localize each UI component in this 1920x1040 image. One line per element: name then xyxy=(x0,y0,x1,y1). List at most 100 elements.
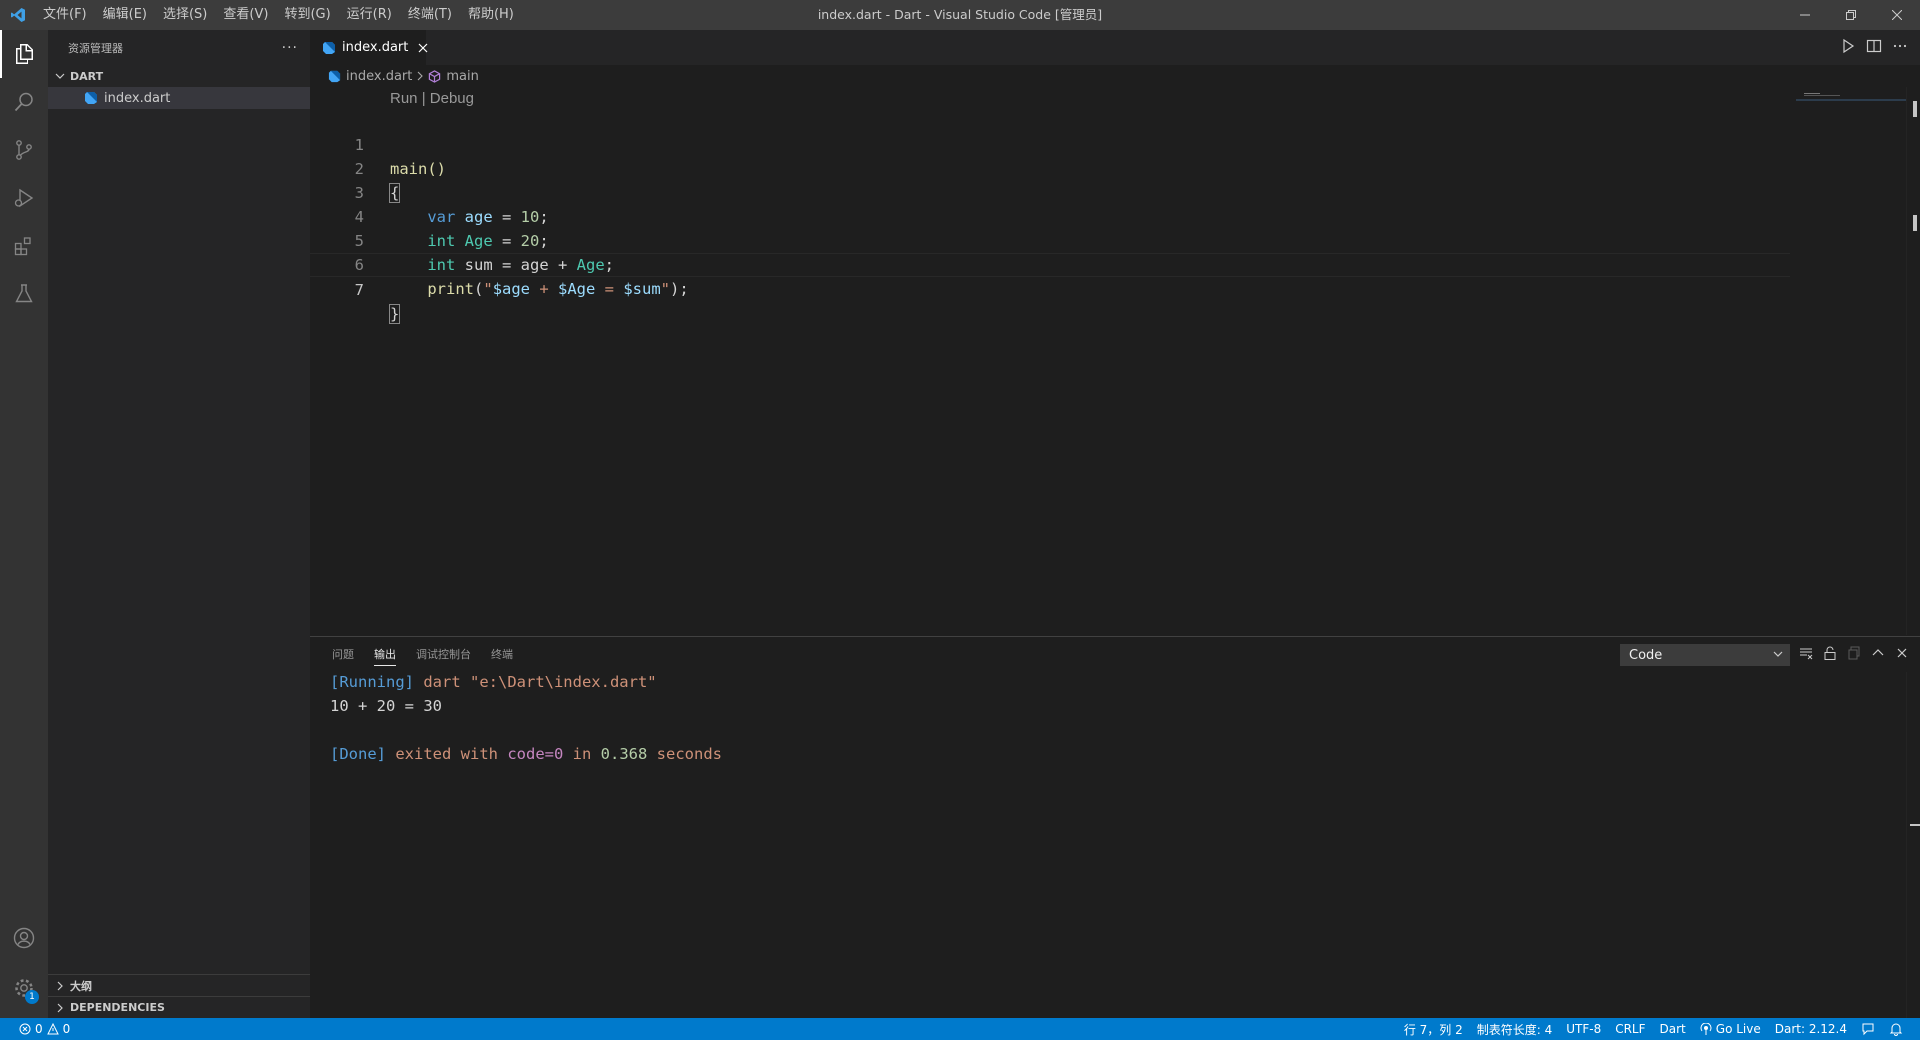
code-token: $Age xyxy=(558,280,596,298)
symbol-method-icon xyxy=(428,69,441,83)
menu-file[interactable]: 文件(F) xyxy=(35,0,95,30)
dart-sdk-version[interactable]: Dart: 2.12.4 xyxy=(1768,1022,1854,1036)
more-icon[interactable] xyxy=(1892,38,1908,58)
code-line: 4 int Age = 20; xyxy=(310,181,1790,250)
output-log[interactable]: [Running] dart "e:\Dart\index.dart" 10 +… xyxy=(330,670,722,766)
dependencies-section[interactable]: DEPENDENCIES xyxy=(48,996,310,1018)
bottom-panel: 问题 输出 调试控制台 终端 Code [Running] dart "e:\D… xyxy=(310,636,1920,1018)
minimize-button[interactable] xyxy=(1782,0,1828,30)
search-button[interactable] xyxy=(0,78,48,126)
exit-code: code=0 xyxy=(507,745,564,763)
source-control-button[interactable] xyxy=(0,126,48,174)
notification-badge: 1 xyxy=(25,990,39,1004)
menu-help[interactable]: 帮助(H) xyxy=(460,0,522,30)
end-of-line[interactable]: CRLF xyxy=(1608,1022,1652,1036)
menu-bar: 文件(F) 编辑(E) 选择(S) 查看(V) 转到(G) 运行(R) 终端(T… xyxy=(35,0,522,30)
clear-output-icon[interactable] xyxy=(1798,645,1814,665)
code-token: " xyxy=(660,280,671,298)
file-item-index-dart[interactable]: index.dart xyxy=(48,87,310,109)
vscode-logo-icon xyxy=(0,0,35,30)
editor-tabs: index.dart xyxy=(310,30,1920,65)
menu-terminal[interactable]: 终端(T) xyxy=(400,0,460,30)
close-window-button[interactable] xyxy=(1874,0,1920,30)
copy-icon[interactable] xyxy=(1846,645,1862,665)
chevron-down-icon xyxy=(52,71,68,81)
breadcrumb-file[interactable]: index.dart xyxy=(346,69,412,84)
language-mode[interactable]: Dart xyxy=(1653,1022,1693,1036)
restore-button[interactable] xyxy=(1828,0,1874,30)
extensions-icon xyxy=(14,237,31,256)
run-file-icon[interactable] xyxy=(1840,38,1856,58)
feedback-button[interactable] xyxy=(1854,1022,1882,1036)
more-actions-button[interactable]: ··· xyxy=(282,40,298,56)
close-panel-icon[interactable] xyxy=(1894,645,1910,665)
panel-scrollbar[interactable] xyxy=(1905,672,1920,1018)
tab-label: index.dart xyxy=(342,40,409,55)
outline-section[interactable]: 大纲 xyxy=(48,974,310,996)
editor-scrollbar[interactable] xyxy=(1905,87,1920,635)
chevron-right-icon xyxy=(416,71,424,81)
explorer-title: 资源管理器 xyxy=(68,41,123,55)
tab-index-dart[interactable]: index.dart xyxy=(310,30,428,65)
tab-debug-console[interactable]: 调试控制台 xyxy=(416,637,471,672)
files-icon xyxy=(16,44,33,64)
code-token: } xyxy=(388,304,401,324)
close-icon xyxy=(1892,10,1902,20)
minimap[interactable] xyxy=(1796,87,1906,101)
indentation[interactable]: 制表符长度: 4 xyxy=(1470,1021,1560,1038)
search-icon xyxy=(14,92,33,112)
menu-edit[interactable]: 编辑(E) xyxy=(95,0,155,30)
testing-button[interactable] xyxy=(0,270,48,318)
go-live-label: Go Live xyxy=(1715,1022,1761,1036)
menu-selection[interactable]: 选择(S) xyxy=(155,0,215,30)
restore-icon xyxy=(1846,10,1856,20)
manage-button[interactable]: 1 xyxy=(0,964,48,1012)
outline-label: 大纲 xyxy=(70,979,92,993)
tab-output[interactable]: 输出 xyxy=(374,637,396,672)
run-debug-icon xyxy=(14,188,34,208)
encoding[interactable]: UTF-8 xyxy=(1559,1022,1608,1036)
file-label: index.dart xyxy=(104,90,171,106)
activity-bar: 1 xyxy=(0,30,48,1018)
status-bar: 0 0 行 7，列 2 制表符长度: 4 UTF-8 CRLF Dart Go … xyxy=(0,1018,1920,1040)
error-icon xyxy=(19,1023,31,1035)
bell-icon xyxy=(1889,1023,1903,1036)
explorer-button[interactable] xyxy=(0,30,48,78)
code-line: 3 var age = 10; xyxy=(310,157,1790,226)
output-channel-select[interactable]: Code xyxy=(1620,644,1790,666)
go-live-button[interactable]: Go Live xyxy=(1693,1022,1768,1036)
elapsed-time: 0.368 xyxy=(600,745,648,763)
code-token: print xyxy=(427,280,474,298)
notifications-button[interactable] xyxy=(1882,1022,1910,1036)
tab-terminal[interactable]: 终端 xyxy=(491,637,513,672)
menu-view[interactable]: 查看(V) xyxy=(215,0,276,30)
code-line-current: 7 } xyxy=(310,253,1790,324)
lock-icon[interactable] xyxy=(1822,645,1838,665)
dart-file-icon xyxy=(322,41,336,55)
tab-problems[interactable]: 问题 xyxy=(332,637,354,672)
cursor-position[interactable]: 行 7，列 2 xyxy=(1397,1021,1470,1038)
code-editor[interactable]: Run | Debug 1 main() 2 { 3 var age = 10;… xyxy=(310,87,1920,635)
split-editor-icon[interactable] xyxy=(1866,38,1882,58)
menu-go[interactable]: 转到(G) xyxy=(276,0,338,30)
codelens-run[interactable]: Run xyxy=(390,90,418,107)
account-icon xyxy=(13,927,35,949)
dependencies-header[interactable]: DEPENDENCIES xyxy=(48,996,310,1018)
chevron-right-icon xyxy=(52,1003,68,1013)
line-number: 7 xyxy=(354,281,364,299)
accounts-button[interactable] xyxy=(0,914,48,962)
breadcrumb-symbol[interactable]: main xyxy=(446,69,478,84)
maximize-panel-icon[interactable] xyxy=(1870,645,1886,665)
close-tab-icon[interactable] xyxy=(418,43,428,53)
chevron-down-icon xyxy=(1773,648,1783,663)
codelens-debug[interactable]: Debug xyxy=(430,90,474,107)
source-control-icon xyxy=(16,140,32,160)
outline-header[interactable]: 大纲 xyxy=(48,974,310,996)
code-line: 1 main() xyxy=(310,109,1790,178)
folder-section-dart[interactable]: DART xyxy=(48,65,310,87)
status-right: 行 7，列 2 制表符长度: 4 UTF-8 CRLF Dart Go Live… xyxy=(1397,1021,1920,1038)
run-debug-button[interactable] xyxy=(0,174,48,222)
problems-status[interactable]: 0 0 xyxy=(12,1022,77,1036)
extensions-button[interactable] xyxy=(0,222,48,270)
menu-run[interactable]: 运行(R) xyxy=(339,0,400,30)
